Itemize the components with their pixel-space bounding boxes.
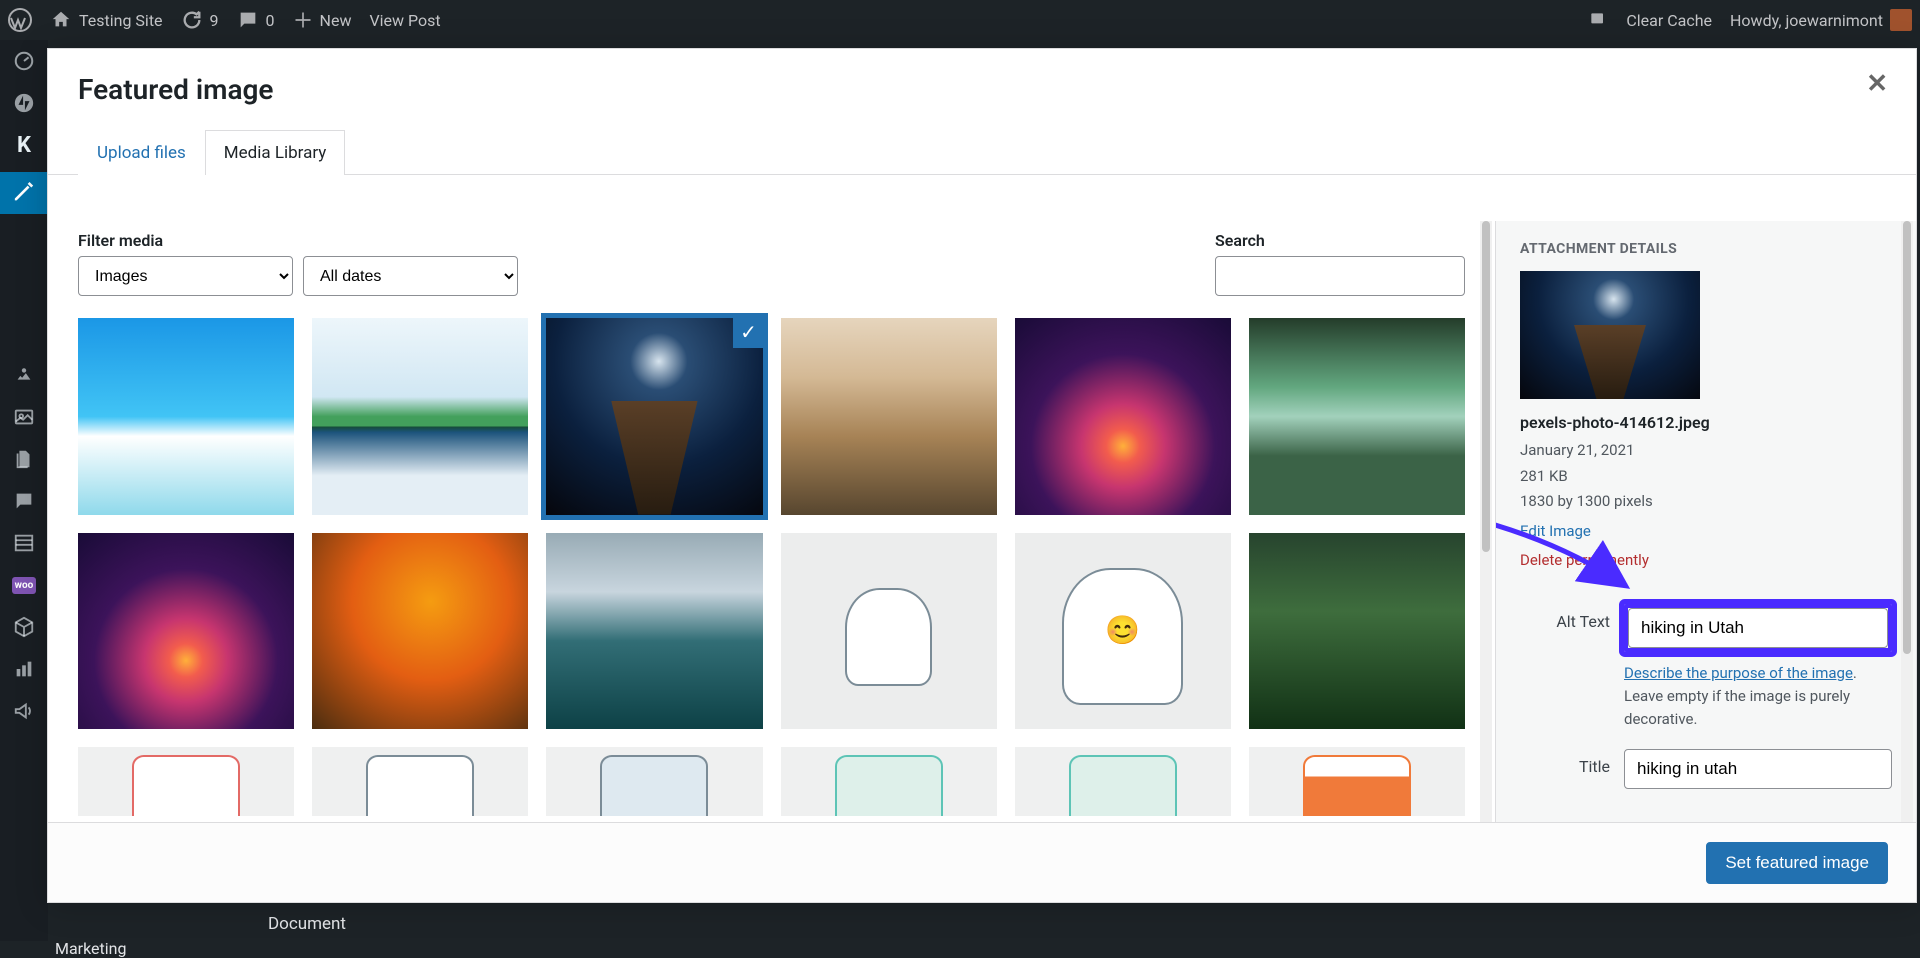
- media-item[interactable]: [78, 747, 294, 816]
- menu-dashboard-icon[interactable]: [0, 40, 48, 82]
- alt-text-input[interactable]: [1628, 608, 1888, 648]
- menu-photo-icon[interactable]: [0, 396, 48, 438]
- media-item[interactable]: [781, 533, 997, 730]
- updates-link[interactable]: 9: [181, 9, 219, 31]
- comments-count: 0: [266, 11, 275, 30]
- view-post-link[interactable]: View Post: [369, 11, 440, 30]
- attachment-size: 281 KB: [1520, 464, 1892, 490]
- menu-media-icon[interactable]: [0, 354, 48, 396]
- media-item[interactable]: [78, 533, 294, 730]
- media-item[interactable]: [312, 318, 528, 515]
- updates-count: 9: [210, 11, 219, 30]
- site-name-label: Testing Site: [79, 11, 163, 30]
- side-scrollbar[interactable]: [1901, 221, 1913, 822]
- menu-marketing-icon[interactable]: Marketing: [0, 690, 48, 732]
- menu-comments-icon[interactable]: [0, 480, 48, 522]
- media-item[interactable]: [78, 318, 294, 515]
- media-item[interactable]: [1015, 318, 1231, 515]
- menu-posts-icon[interactable]: All Ad Ca Tag: [0, 172, 48, 214]
- modal-title: Featured image: [48, 49, 1916, 116]
- attachment-date: January 21, 2021: [1520, 438, 1892, 464]
- media-type-select[interactable]: Images: [78, 256, 293, 296]
- search-label: Search: [1215, 231, 1465, 250]
- menu-analytics-icon[interactable]: [0, 648, 48, 690]
- account-link[interactable]: Howdy, joewarnimont: [1730, 9, 1912, 31]
- new-link[interactable]: New: [293, 10, 352, 30]
- clear-cache-label: Clear Cache: [1626, 11, 1712, 30]
- admin-bar: Testing Site 9 0 New View Post Clear Cac…: [0, 0, 1920, 40]
- media-item[interactable]: [1015, 533, 1231, 730]
- media-item[interactable]: [781, 747, 997, 816]
- media-item[interactable]: [546, 747, 762, 816]
- attachment-dimensions: 1830 by 1300 pixels: [1520, 489, 1892, 515]
- menu-jetpack-icon[interactable]: [0, 82, 48, 124]
- search-input[interactable]: [1215, 256, 1465, 296]
- modal-tabs: Upload files Media Library: [48, 130, 1916, 175]
- delete-permanently-link[interactable]: Delete permanently: [1520, 548, 1892, 574]
- clear-cache-link[interactable]: Clear Cache: [1626, 11, 1712, 30]
- admin-left-menu: K All Ad Ca Tag woo Marketing: [0, 40, 48, 941]
- title-input[interactable]: [1624, 749, 1892, 789]
- media-item[interactable]: [1249, 533, 1465, 730]
- menu-k-icon[interactable]: K: [0, 124, 48, 166]
- menu-woo-icon[interactable]: woo: [0, 564, 48, 606]
- attachment-details-heading: ATTACHMENT DETAILS: [1520, 241, 1892, 257]
- tab-media-library[interactable]: Media Library: [205, 130, 346, 175]
- check-icon[interactable]: ✓: [733, 318, 763, 348]
- alt-text-highlight: [1624, 604, 1892, 652]
- media-item[interactable]: [312, 747, 528, 816]
- alt-text-label: Alt Text: [1520, 604, 1610, 631]
- media-main-pane: Filter media Images All dates Search ✓: [48, 221, 1496, 822]
- editor-background: Document: [48, 903, 1920, 944]
- modal-footer: Set featured image: [48, 822, 1916, 902]
- menu-products-icon[interactable]: [0, 606, 48, 648]
- set-featured-image-button[interactable]: Set featured image: [1706, 842, 1888, 884]
- title-field-label: Title: [1520, 749, 1610, 776]
- edit-image-link[interactable]: Edit Image: [1520, 519, 1892, 545]
- media-item[interactable]: [312, 533, 528, 730]
- filter-media-label: Filter media: [78, 231, 518, 250]
- alt-help-link[interactable]: Describe the purpose of the image: [1624, 664, 1853, 682]
- alt-help-text: Describe the purpose of the image. Leave…: [1624, 662, 1892, 732]
- media-item[interactable]: [781, 318, 997, 515]
- close-icon[interactable]: ✕: [1866, 69, 1888, 99]
- media-grid: ✓: [48, 296, 1495, 822]
- attachment-filename: pexels-photo-414612.jpeg: [1520, 413, 1892, 432]
- menu-pages-icon[interactable]: [0, 438, 48, 480]
- wp-logo[interactable]: [8, 8, 32, 32]
- attachment-thumbnail: [1520, 271, 1700, 399]
- media-item-selected[interactable]: ✓: [546, 318, 762, 515]
- comments-link[interactable]: 0: [237, 9, 275, 31]
- document-tab-label[interactable]: Document: [268, 914, 346, 934]
- attachment-details-pane: ATTACHMENT DETAILS pexels-photo-414612.j…: [1496, 221, 1916, 822]
- new-label: New: [320, 11, 352, 30]
- media-item[interactable]: [546, 533, 762, 730]
- media-date-select[interactable]: All dates: [303, 256, 518, 296]
- media-item[interactable]: [1249, 747, 1465, 816]
- featured-image-modal: ✕ Featured image Upload files Media Libr…: [47, 48, 1917, 903]
- howdy-label: Howdy, joewarnimont: [1730, 11, 1883, 30]
- notifications-icon[interactable]: [1588, 10, 1608, 30]
- media-item[interactable]: [1249, 318, 1465, 515]
- avatar: [1890, 9, 1912, 31]
- view-post-label: View Post: [369, 11, 440, 30]
- grid-scrollbar[interactable]: [1480, 221, 1492, 822]
- menu-list-icon[interactable]: [0, 522, 48, 564]
- tab-upload-files[interactable]: Upload files: [78, 130, 205, 175]
- site-link[interactable]: Testing Site: [50, 9, 163, 31]
- media-item[interactable]: [1015, 747, 1231, 816]
